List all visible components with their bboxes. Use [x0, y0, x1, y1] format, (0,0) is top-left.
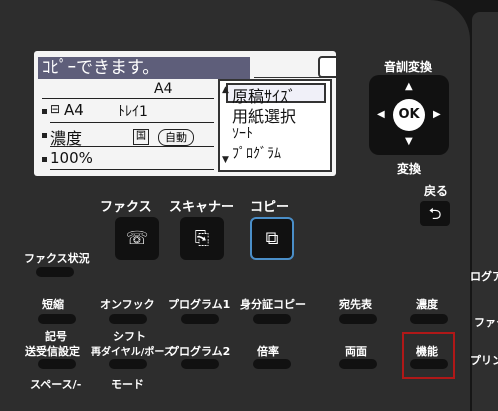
program1-label: プログラム1 [168, 298, 231, 311]
fax-mode-button[interactable]: ☏ [115, 217, 159, 260]
mode-label: モード [111, 378, 144, 391]
menu-item-program[interactable]: ﾌﾟﾛｸﾞﾗﾑ [232, 143, 281, 163]
nav-down-icon[interactable]: ▼ [405, 136, 413, 147]
ratio-label: 倍率 [257, 345, 279, 358]
program1-button[interactable] [181, 314, 219, 324]
nav-right-icon[interactable]: ▶ [433, 109, 441, 120]
shortcut-label: 短縮 [42, 298, 64, 311]
on-hook-label: オンフック [100, 298, 155, 311]
convert-label: 変換 [397, 162, 422, 176]
function-menu: ▲ 原稿ｻｲｽﾞ 用紙選択 ｿｰﾄ ﾌﾟﾛｸﾞﾗﾑ ▼ [218, 79, 332, 172]
menu-up-arrow-icon: ▲ [222, 85, 229, 95]
kana-convert-label: 音訓変換 [384, 60, 433, 74]
bullet-icon [42, 133, 47, 138]
copy-count: 1 [318, 56, 336, 78]
lcd-underline [50, 122, 214, 123]
lcd-underline [50, 169, 214, 170]
nav-up-icon[interactable]: ▲ [405, 81, 413, 92]
duplex-button[interactable] [339, 359, 377, 369]
lcd-underline [50, 146, 214, 147]
tray-icon: ⊟ [50, 102, 61, 116]
return-icon: ⮌ [428, 204, 442, 223]
shortcut-button[interactable] [38, 314, 76, 324]
redial-pause-button[interactable] [109, 359, 147, 369]
login-label: ログア [470, 270, 498, 283]
fax-status-label: ファクス状況 [24, 252, 90, 265]
back-button[interactable]: ⮌ [420, 201, 450, 226]
paper-size-display: A4 [154, 81, 173, 97]
fax-mode-label: ファクス [100, 200, 152, 215]
menu-item-sort[interactable]: ｿｰﾄ [232, 123, 253, 143]
address-book-button[interactable] [339, 314, 377, 324]
tray-paper-size: A4 [64, 101, 84, 119]
bullet-icon [42, 109, 47, 114]
send-receive-settings-label: 送受信設定 [25, 345, 80, 358]
lcd-divider [254, 77, 324, 78]
nav-left-icon[interactable]: ◀ [377, 109, 385, 120]
scanner-mode-label: スキャナー [169, 200, 235, 215]
copy-icon: ⧉ [265, 228, 279, 249]
send-receive-settings-button[interactable] [38, 359, 76, 369]
back-label: 戻る [424, 184, 449, 198]
auto-density-badge: 自動 [158, 129, 194, 146]
zoom-display: 100% [50, 149, 93, 167]
scanner-icon: ⎘ [194, 228, 210, 249]
menu-down-arrow-icon: ▼ [222, 155, 229, 165]
lcd-underline [42, 98, 214, 99]
redial-pause-label: 再ダイヤル/ポーズ [91, 347, 174, 358]
original-type-icon: 国 [133, 129, 149, 145]
space-label: スペース/- [30, 378, 82, 391]
duplex-label: 両面 [345, 345, 367, 358]
lcd-status-title: ｺﾋﾟｰできます。 [38, 57, 250, 79]
copy-mode-button[interactable]: ⧉ [250, 217, 294, 260]
id-copy-label: 身分証コピー [240, 298, 306, 311]
fax-icon: ☏ [125, 228, 149, 249]
shift-label: シフト [113, 330, 146, 343]
copy-mode-label: コピー [250, 200, 290, 215]
density-button[interactable] [410, 314, 448, 324]
symbol-label: 記号 [45, 330, 67, 343]
ratio-button[interactable] [253, 359, 291, 369]
program2-label: プログラム2 [168, 345, 231, 358]
ok-button[interactable]: OK [393, 99, 425, 131]
printer-side-label: プリン [470, 354, 498, 367]
lcd-display: ｺﾋﾟｰできます。 1 A4 ⊟ A4 ﾄﾚｲ1 濃度 国 自動 100% ▲ … [34, 51, 336, 176]
fax-side-label: ファク [474, 316, 498, 329]
tray-name: ﾄﾚｲ1 [118, 104, 148, 120]
fax-status-button[interactable] [36, 267, 74, 277]
program2-button[interactable] [181, 359, 219, 369]
on-hook-button[interactable] [109, 314, 147, 324]
address-book-label: 宛先表 [339, 298, 372, 311]
functions-highlight [402, 332, 455, 379]
density-key-label: 濃度 [416, 298, 438, 311]
id-copy-button[interactable] [253, 314, 291, 324]
scanner-mode-button[interactable]: ⎘ [180, 217, 224, 260]
bullet-icon [42, 157, 47, 162]
